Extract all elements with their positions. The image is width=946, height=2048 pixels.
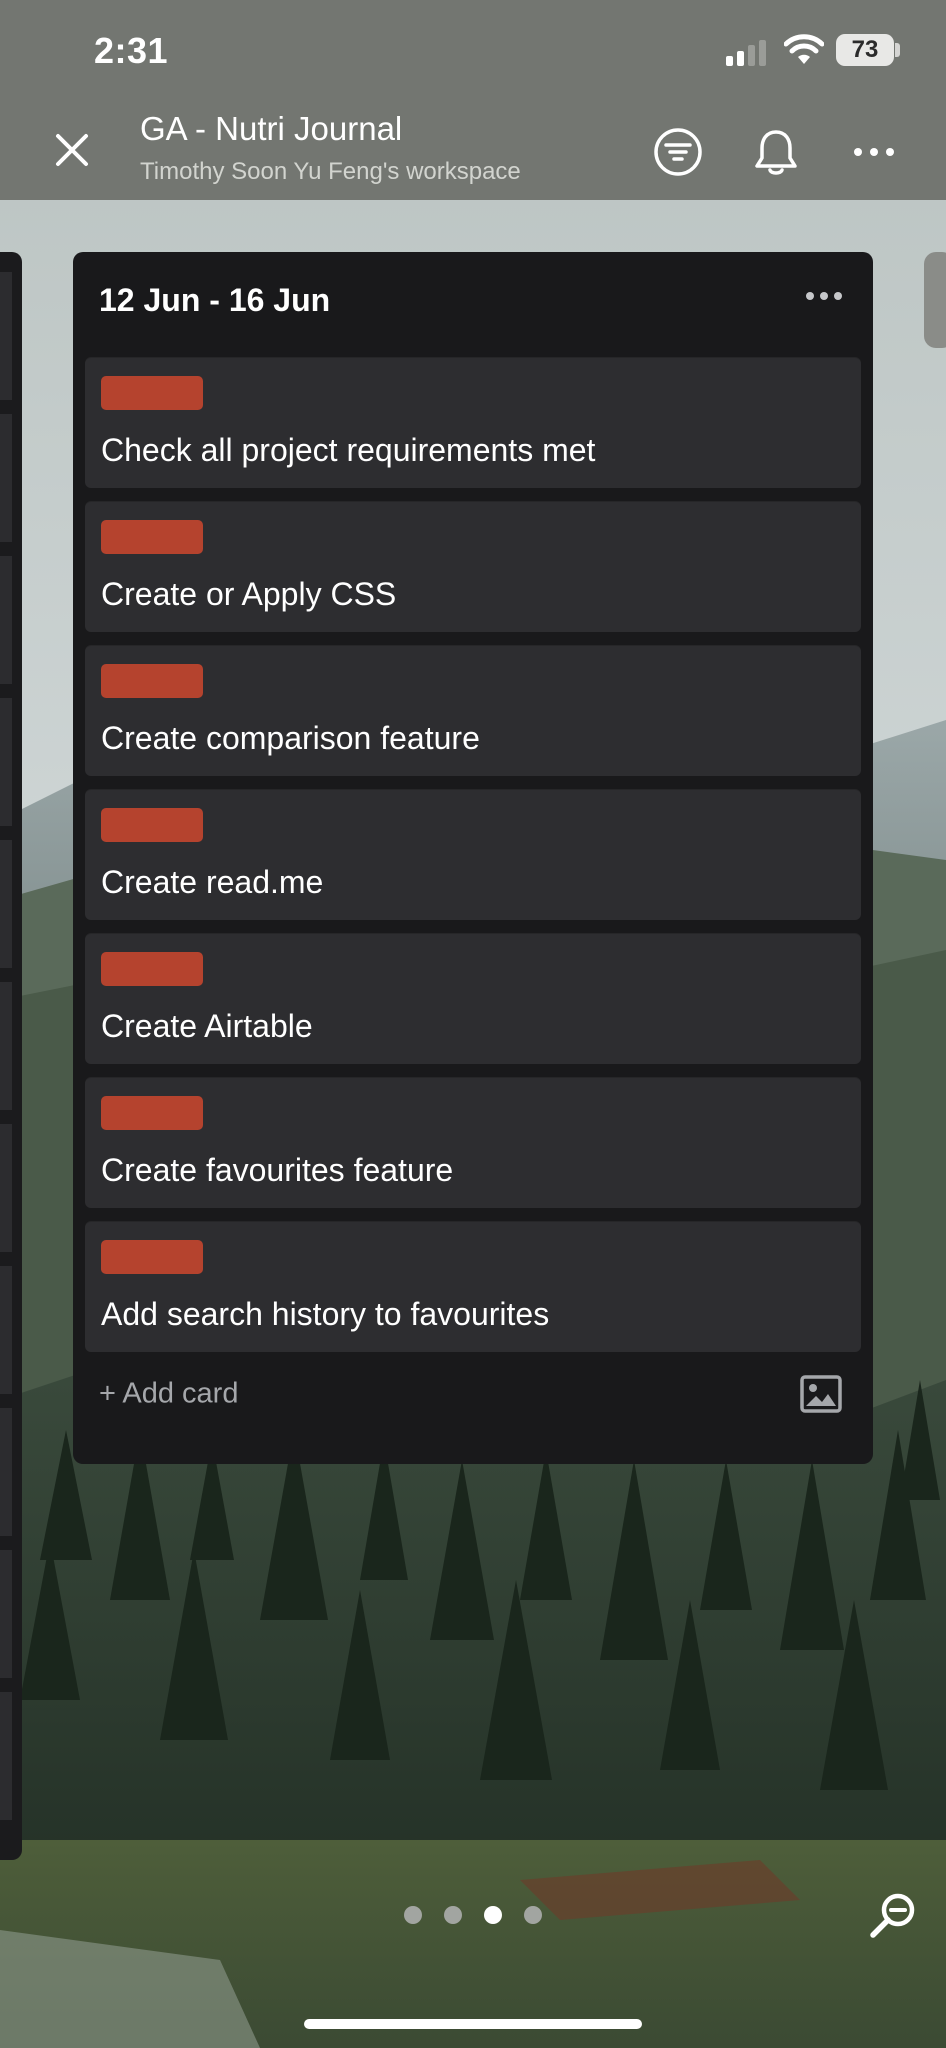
card-label[interactable] xyxy=(101,376,203,410)
bell-icon xyxy=(755,130,797,175)
pager-dot[interactable] xyxy=(404,1906,422,1924)
pager-dot[interactable] xyxy=(444,1906,462,1924)
filter-icon xyxy=(654,128,702,176)
more-icon xyxy=(854,148,894,156)
board-menu-button[interactable] xyxy=(846,124,902,180)
previous-list-peek[interactable] xyxy=(0,252,22,1860)
list-title[interactable]: 12 Jun - 16 Jun xyxy=(99,282,330,319)
status-bar: 2:31 73 xyxy=(0,0,946,100)
home-indicator[interactable] xyxy=(304,2019,642,2029)
card-label[interactable] xyxy=(101,1240,203,1274)
card-title: Check all project requirements met xyxy=(101,432,596,468)
zoom-out-icon[interactable] xyxy=(866,1890,918,1942)
card-title: Create read.me xyxy=(101,864,324,900)
card[interactable]: Add search history to favourites xyxy=(85,1222,861,1352)
card-label[interactable] xyxy=(101,952,203,986)
list-menu-button[interactable] xyxy=(799,276,849,316)
card-label[interactable] xyxy=(101,1096,203,1130)
card[interactable]: Create favourites feature xyxy=(85,1078,861,1208)
signal-icon xyxy=(726,40,766,66)
board-title[interactable]: GA - Nutri Journal xyxy=(140,110,402,148)
battery-level: 73 xyxy=(851,36,879,63)
card[interactable]: Check all project requirements met xyxy=(85,358,861,488)
filter-button[interactable] xyxy=(650,124,706,180)
battery-tip xyxy=(895,43,900,57)
list-pager xyxy=(404,1906,542,1926)
card-title: Create or Apply CSS xyxy=(101,576,397,612)
card-title: Create Airtable xyxy=(101,1008,313,1044)
card-label[interactable] xyxy=(101,808,203,842)
status-time: 2:31 xyxy=(94,30,169,71)
pager-dot[interactable] xyxy=(524,1906,542,1924)
card-title: Add search history to favourites xyxy=(101,1296,550,1332)
card[interactable]: Create comparison feature xyxy=(85,646,861,776)
battery-icon: 73 xyxy=(836,34,894,66)
list-column: 12 Jun - 16 Jun Check all project requir… xyxy=(73,252,873,1464)
notifications-button[interactable] xyxy=(748,124,804,180)
card-label[interactable] xyxy=(101,664,203,698)
close-icon xyxy=(56,134,88,166)
card-label[interactable] xyxy=(101,520,203,554)
pager-dot-active[interactable] xyxy=(484,1906,502,1924)
image-icon[interactable] xyxy=(799,1374,843,1414)
add-card-button[interactable]: + Add card xyxy=(99,1378,238,1411)
more-icon xyxy=(806,292,842,300)
card-list: Check all project requirements met Creat… xyxy=(85,358,861,1366)
card-title: Create comparison feature xyxy=(101,720,480,756)
card[interactable]: Create read.me xyxy=(85,790,861,920)
close-button[interactable] xyxy=(48,126,96,174)
wifi-icon xyxy=(784,34,824,64)
card-title: Create favourites feature xyxy=(101,1152,454,1188)
card[interactable]: Create Airtable xyxy=(85,934,861,1064)
next-list-peek[interactable] xyxy=(924,252,946,348)
card[interactable]: Create or Apply CSS xyxy=(85,502,861,632)
workspace-name: Timothy Soon Yu Feng's workspace xyxy=(140,158,521,185)
